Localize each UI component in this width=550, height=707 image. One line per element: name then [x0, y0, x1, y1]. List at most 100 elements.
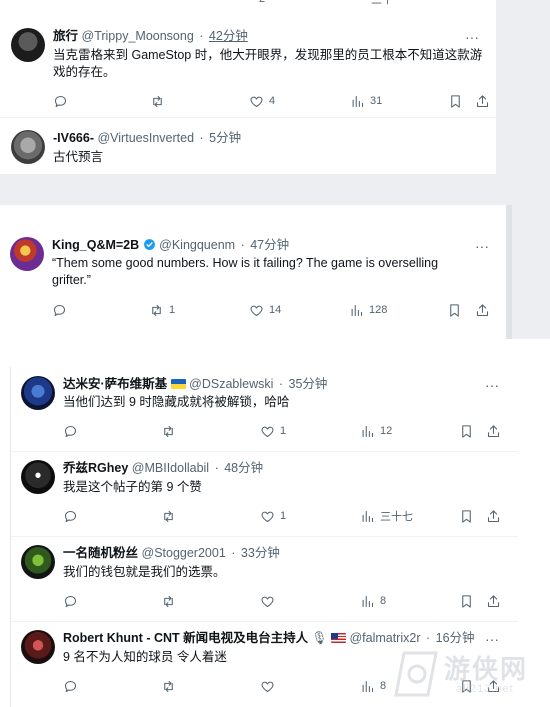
retweet-button[interactable]: [161, 507, 176, 525]
ukraine-flag-icon: [170, 379, 186, 389]
like-button[interactable]: 4: [249, 92, 275, 110]
timestamp[interactable]: 35分钟: [289, 377, 328, 391]
tweet[interactable]: -IV666- @VirtuesInverted · 5分钟 古代预言: [0, 119, 496, 174]
feed-gap: [0, 174, 550, 205]
like-button[interactable]: [260, 677, 280, 695]
reply-icon: [64, 680, 77, 692]
like-count: 1: [280, 510, 287, 522]
display-name[interactable]: King_Q&M=2B: [52, 238, 139, 252]
more-options-icon[interactable]: ···: [475, 239, 489, 253]
views-chart-icon: [362, 510, 374, 522]
tweet[interactable]: 旅行 @Trippy_Moonsong · 42分钟 ··· 当克雷格来到 Ga…: [0, 18, 496, 118]
views-count: 8: [380, 680, 387, 692]
avatar[interactable]: [11, 28, 45, 62]
share-icon: [487, 424, 500, 437]
timestamp[interactable]: 5分钟: [209, 131, 241, 145]
bookmark-button[interactable]: [459, 422, 474, 440]
user-handle[interactable]: @falmatrix2r: [349, 631, 420, 645]
display-name[interactable]: 旅行: [53, 29, 78, 43]
bookmark-button[interactable]: [447, 301, 462, 319]
share-button[interactable]: [475, 92, 490, 110]
tweet[interactable]: King_Q&M=2B @Kingquenm · 47分钟 ··· “Them …: [0, 227, 506, 339]
timestamp[interactable]: 48分钟: [224, 461, 263, 475]
like-button[interactable]: 1: [260, 422, 286, 440]
more-options-icon[interactable]: ···: [465, 30, 479, 44]
bookmark-button[interactable]: [459, 507, 474, 525]
timestamp[interactable]: 16分钟: [436, 631, 475, 645]
tweet[interactable]: 乔兹RGhey @MBIIdollabil · 48分钟 我是这个帖子的第 9 …: [11, 452, 518, 537]
share-icon: [476, 303, 489, 316]
user-handle[interactable]: @MBIIdollabil: [132, 461, 209, 475]
display-name[interactable]: 一名随机粉丝: [63, 546, 138, 560]
tweet[interactable]: 达米安·萨布维斯基 @DSzablewski · 35分钟 ··· 当他们达到 …: [11, 367, 518, 452]
like-button[interactable]: [260, 592, 280, 610]
retweet-icon: [164, 510, 173, 522]
avatar[interactable]: [21, 460, 55, 494]
reply-button[interactable]: [53, 92, 68, 110]
like-button[interactable]: 1: [260, 507, 286, 525]
bookmark-icon: [462, 509, 471, 523]
more-options-icon[interactable]: ···: [485, 378, 499, 392]
user-handle[interactable]: @DSzablewski: [189, 377, 273, 391]
user-handle[interactable]: @Trippy_Moonsong: [82, 29, 194, 43]
user-handle[interactable]: @Kingquenm: [159, 238, 235, 252]
share-button[interactable]: [475, 301, 490, 319]
retweet-button[interactable]: [161, 677, 176, 695]
display-name[interactable]: -IV666-: [53, 131, 94, 145]
views-partial[interactable]: 三十: [366, 0, 393, 8]
reply-button[interactable]: [63, 592, 78, 610]
tweet-header: 达米安·萨布维斯基 @DSzablewski · 35分钟: [63, 376, 327, 392]
bookmark-icon: [462, 594, 471, 608]
action-row: 1 14 128: [52, 301, 502, 319]
share-button[interactable]: [486, 592, 501, 610]
bookmark-button[interactable]: [448, 92, 463, 110]
bookmark-icon: [451, 94, 460, 108]
like-count: 4: [269, 95, 276, 107]
bookmark-button[interactable]: [459, 592, 474, 610]
reply-button[interactable]: [63, 507, 78, 525]
reply-panel-1: 2 三十 旅行 @Trippy_Moonsong · 42分钟 ··· 当克雷格…: [0, 0, 496, 174]
microphone-icon: 🎙: [311, 631, 328, 645]
display-name[interactable]: Robert Khunt - CNT 新闻电视及电台主持人: [63, 631, 308, 645]
reply-icon: [64, 595, 77, 607]
timestamp[interactable]: 42分钟: [209, 29, 248, 43]
avatar[interactable]: [21, 376, 55, 410]
display-name[interactable]: 乔兹RGhey: [63, 461, 128, 475]
share-icon: [487, 509, 500, 522]
more-options-icon[interactable]: ···: [485, 632, 499, 646]
tweet-text: 我是这个帖子的第 9 个赞: [63, 480, 202, 494]
retweet-button[interactable]: [150, 92, 165, 110]
avatar[interactable]: [11, 130, 45, 164]
user-handle[interactable]: @VirtuesInverted: [97, 131, 194, 145]
timestamp[interactable]: 33分钟: [241, 546, 280, 560]
separator-dot: ·: [278, 377, 284, 391]
views-button[interactable]: 三十七: [360, 507, 413, 525]
separator-dot: ·: [425, 631, 431, 645]
views-button[interactable]: 8: [360, 592, 386, 610]
retweet-button[interactable]: 1: [149, 301, 175, 319]
views-button[interactable]: 31: [350, 92, 382, 110]
views-button[interactable]: 12: [360, 422, 392, 440]
share-button[interactable]: [486, 422, 501, 440]
user-handle[interactable]: @Stogger2001: [142, 546, 226, 560]
retweet-button[interactable]: [161, 422, 176, 440]
avatar[interactable]: [10, 237, 44, 271]
reply-button[interactable]: [52, 301, 67, 319]
watermark-text: 游侠网: [444, 654, 529, 684]
views-button[interactable]: 8: [360, 677, 386, 695]
avatar[interactable]: [21, 545, 55, 579]
share-button[interactable]: [486, 507, 501, 525]
views-count: 8: [380, 595, 387, 607]
display-name[interactable]: 达米安·萨布维斯基: [63, 377, 167, 391]
timestamp[interactable]: 47分钟: [250, 238, 289, 252]
site-watermark: 游侠网 ali213.net: [394, 645, 544, 703]
like-button[interactable]: 14: [249, 301, 281, 319]
reply-button[interactable]: [63, 422, 78, 440]
watermark-subtext: ali213.net: [456, 683, 514, 695]
retweet-button[interactable]: [161, 592, 176, 610]
reply-button[interactable]: [63, 677, 78, 695]
reply-count-partial[interactable]: 2: [254, 0, 265, 8]
views-button[interactable]: 128: [349, 301, 387, 319]
avatar[interactable]: [21, 630, 55, 664]
tweet[interactable]: 一名随机粉丝 @Stogger2001 · 33分钟 我们的钱包就是我们的选票。…: [11, 537, 518, 622]
